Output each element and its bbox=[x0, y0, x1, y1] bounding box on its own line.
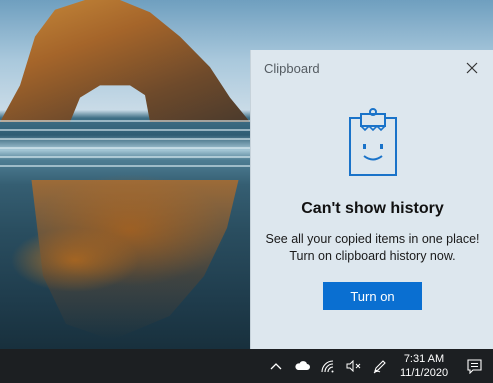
action-center-button[interactable] bbox=[455, 349, 493, 383]
onedrive-button[interactable] bbox=[289, 349, 315, 383]
clock-time: 7:31 AM bbox=[403, 353, 445, 365]
description-line-1: See all your copied items in one place! bbox=[265, 232, 480, 246]
clipboard-panel: Clipboard Can't show history See all you… bbox=[250, 50, 493, 349]
taskbar: 7:31 AM 11/1/2020 bbox=[0, 349, 493, 383]
windows-ink-button[interactable] bbox=[367, 349, 393, 383]
network-button[interactable] bbox=[315, 349, 341, 383]
clipboard-smiley-icon bbox=[349, 108, 397, 176]
speaker-muted-icon bbox=[346, 360, 361, 372]
description: See all your copied items in one place! … bbox=[251, 231, 493, 265]
panel-title: Clipboard bbox=[264, 61, 320, 76]
sea-waves bbox=[0, 120, 250, 170]
close-button[interactable] bbox=[460, 56, 484, 80]
rock-arch bbox=[0, 0, 250, 122]
volume-button[interactable] bbox=[341, 349, 367, 383]
turn-on-button[interactable]: Turn on bbox=[323, 282, 422, 310]
rock-reflection bbox=[31, 180, 239, 340]
close-icon bbox=[466, 62, 478, 74]
description-line-2: Turn on clipboard history now. bbox=[289, 249, 456, 263]
chevron-up-icon bbox=[270, 363, 282, 370]
clock[interactable]: 7:31 AM 11/1/2020 bbox=[393, 349, 455, 383]
show-hidden-icons-button[interactable] bbox=[263, 349, 289, 383]
pen-icon bbox=[373, 360, 386, 374]
notification-icon bbox=[466, 358, 482, 374]
clock-date: 11/1/2020 bbox=[399, 367, 449, 379]
system-tray: 7:31 AM 11/1/2020 bbox=[263, 349, 493, 383]
cloud-icon bbox=[295, 361, 310, 370]
wifi-icon bbox=[321, 360, 334, 373]
heading-cant-show-history: Can't show history bbox=[301, 200, 444, 217]
